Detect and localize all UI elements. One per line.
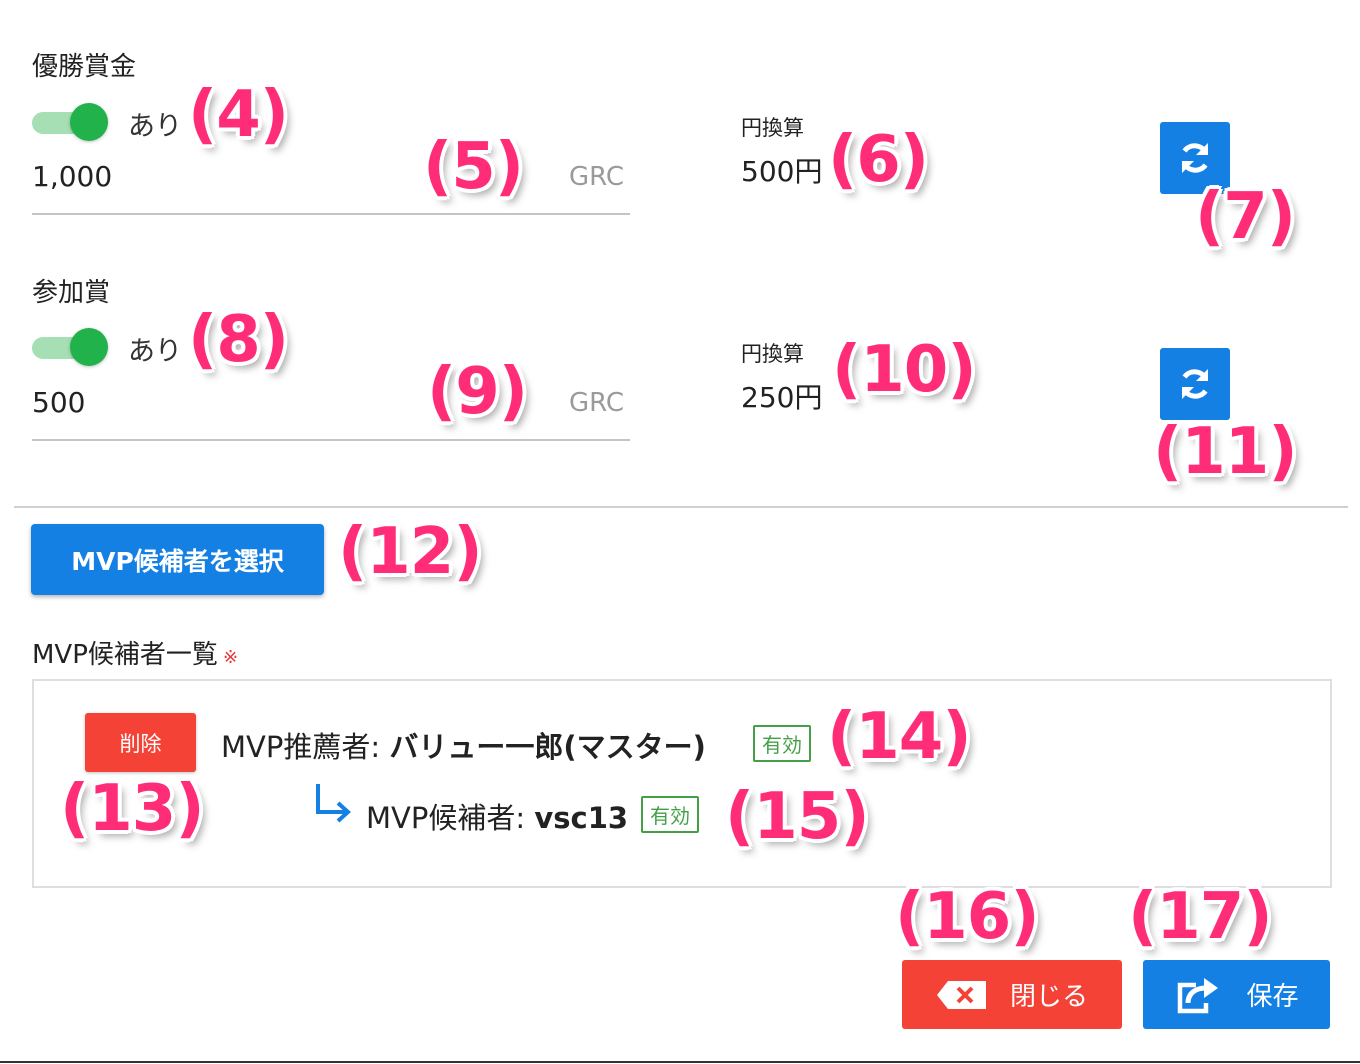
callout-4: (4) bbox=[188, 78, 289, 152]
grand-prize-amount-input[interactable]: 1,000 bbox=[32, 160, 112, 193]
return-arrow-icon bbox=[316, 784, 351, 823]
participation-prize-toggle-label: あり bbox=[128, 336, 182, 367]
callout-10: (10) bbox=[832, 333, 977, 407]
grand-prize-input-underline bbox=[32, 213, 630, 215]
grand-prize-label: 優勝賞金 bbox=[32, 52, 137, 82]
mvp-list-heading: MVP候補者一覧 ※ bbox=[32, 634, 238, 671]
participation-prize-input-underline bbox=[32, 439, 630, 441]
grand-prize-toggle[interactable] bbox=[30, 102, 110, 142]
callout-9: (9) bbox=[427, 355, 528, 429]
save-button-label: 保存 bbox=[1246, 982, 1299, 1012]
mvp-candidate-row: MVP候補者: vsc13 bbox=[366, 795, 628, 837]
participation-prize-unit: GRC bbox=[569, 388, 625, 418]
callout-14: (14) bbox=[827, 700, 972, 774]
callout-6: (6) bbox=[828, 123, 929, 197]
candidate-prefix: MVP候補者: bbox=[366, 801, 535, 835]
candidate-name: vsc13 bbox=[534, 801, 629, 835]
callout-7: (7) bbox=[1195, 180, 1296, 254]
share-export-icon bbox=[1178, 977, 1219, 1013]
refresh-icon bbox=[1181, 143, 1209, 173]
participation-prize-toggle[interactable] bbox=[30, 327, 110, 367]
refresh-icon bbox=[1181, 369, 1209, 399]
participation-prize-yen-label: 円換算 bbox=[741, 342, 804, 366]
callout-15: (15) bbox=[725, 780, 870, 854]
toggle-knob bbox=[70, 328, 108, 366]
select-mvp-candidate-button[interactable]: MVP候補者を選択 bbox=[31, 524, 324, 595]
grand-prize-yen-value: 500円 bbox=[741, 155, 823, 188]
delete-button[interactable]: 削除 bbox=[85, 713, 196, 772]
close-button-label: 閉じる bbox=[1009, 982, 1088, 1012]
participation-prize-amount-input[interactable]: 500 bbox=[32, 386, 85, 419]
section-divider bbox=[14, 506, 1348, 508]
participation-prize-label: 参加賞 bbox=[32, 278, 111, 308]
candidate-status-badge: 有効 bbox=[641, 796, 699, 833]
close-button[interactable]: 閉じる bbox=[902, 960, 1122, 1029]
mvp-recommender-row: MVP推薦者: バリュー一郎(マスター) bbox=[221, 724, 706, 766]
callout-13: (13) bbox=[60, 772, 205, 846]
bottom-border bbox=[0, 1061, 1360, 1063]
save-button[interactable]: 保存 bbox=[1143, 960, 1330, 1029]
recommender-prefix: MVP推薦者: bbox=[221, 730, 390, 764]
mvp-candidate-list bbox=[32, 679, 1332, 888]
grand-prize-yen-label: 円換算 bbox=[741, 116, 804, 140]
callout-17: (17) bbox=[1128, 880, 1273, 954]
callout-12: (12) bbox=[338, 515, 483, 589]
participation-prize-yen-value: 250円 bbox=[741, 381, 823, 414]
participation-prize-refresh-button[interactable] bbox=[1160, 348, 1230, 420]
callout-8: (8) bbox=[188, 303, 289, 377]
callout-5: (5) bbox=[423, 130, 524, 204]
backspace-x-icon bbox=[936, 980, 986, 1009]
recommender-name: バリュー一郎(マスター) bbox=[389, 730, 706, 764]
grand-prize-unit: GRC bbox=[569, 162, 625, 192]
toggle-knob bbox=[70, 103, 108, 141]
callout-16: (16) bbox=[895, 880, 1040, 954]
mvp-list-label: MVP候補者一覧 bbox=[32, 640, 218, 670]
callout-11: (11) bbox=[1153, 415, 1298, 489]
required-mark: ※ bbox=[223, 647, 239, 668]
grand-prize-toggle-label: あり bbox=[128, 111, 182, 142]
recommender-status-badge: 有効 bbox=[753, 725, 811, 762]
